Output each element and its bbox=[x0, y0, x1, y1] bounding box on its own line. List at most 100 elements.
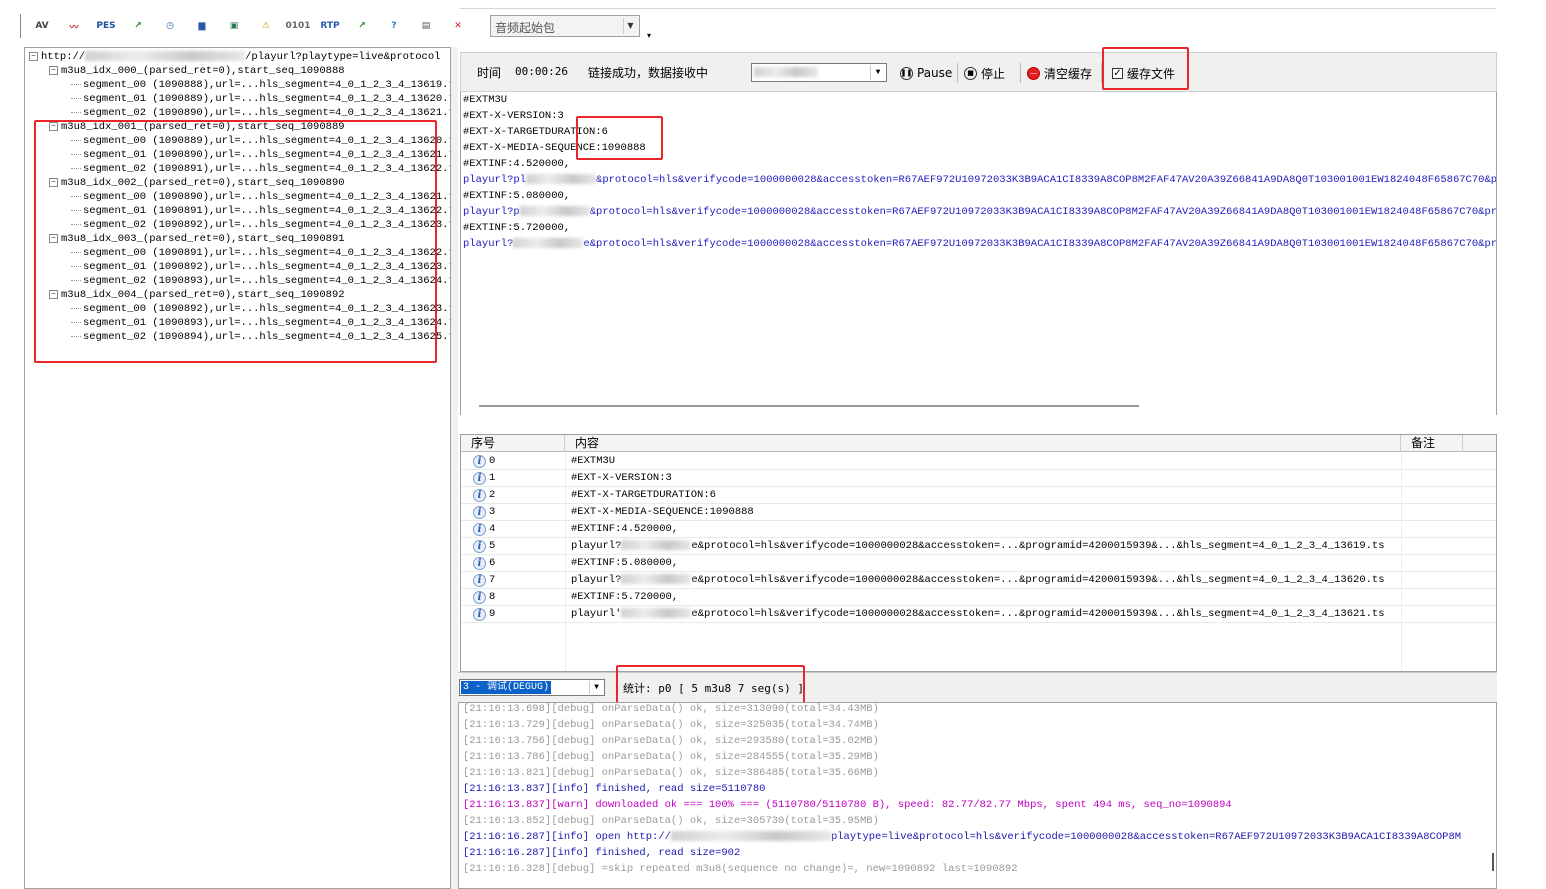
table-row[interactable]: i 0 #EXTM3U bbox=[461, 453, 1496, 470]
horizontal-scrollbar[interactable] bbox=[479, 405, 1139, 407]
waveform-icon[interactable]: 〰 bbox=[62, 14, 86, 38]
tree-item[interactable]: segment_02 (1090892),url=...hls_segment=… bbox=[71, 218, 451, 232]
calculator-icon[interactable]: ▤ bbox=[414, 14, 438, 38]
table-row[interactable]: i 7 playurl? e&protocol=hls&verifycode=1000… bbox=[461, 572, 1496, 589]
tree-group[interactable]: − m3u8_idx_003_(parsed_ret=0),start_seq_1… bbox=[49, 232, 345, 246]
redacted-url bbox=[513, 238, 584, 249]
control-bar: 时间 00:00:26 链接成功，数据接收中 ▼ ❚❚ Pause ■ 停止 —… bbox=[460, 52, 1497, 92]
tree-item[interactable]: segment_00 (1090891),url=...hls_segment=… bbox=[71, 246, 451, 260]
chevron-down-icon[interactable]: ▼ bbox=[623, 18, 637, 34]
info-icon: i bbox=[473, 523, 486, 536]
m3u8-tree[interactable]: − http:///playurl?playtype=live&protocol −… bbox=[24, 47, 451, 889]
tree-item-label: segment_02 (1090892),url=...hls_segment=… bbox=[83, 219, 451, 231]
tree-item[interactable]: segment_00 (1090888),url=...hls_segment=… bbox=[71, 78, 450, 92]
help-icon[interactable]: ? bbox=[382, 14, 406, 38]
tree-item[interactable]: segment_02 (1090894),url=...hls_segment=… bbox=[71, 330, 450, 344]
tree-item[interactable]: segment_02 (1090890),url=...hls_segment=… bbox=[71, 106, 450, 120]
column-header-index[interactable]: 序号 bbox=[461, 435, 565, 452]
collapse-icon[interactable]: − bbox=[29, 51, 38, 61]
collapse-icon[interactable]: − bbox=[49, 121, 58, 131]
column-header-content[interactable]: 内容 bbox=[565, 435, 1401, 452]
tree-root[interactable]: − http:// /playurl?playtype=live&protocol bbox=[29, 50, 440, 64]
collapse-icon[interactable]: − bbox=[49, 233, 58, 243]
tree-group[interactable]: − m3u8_idx_002_(parsed_ret=0),start_seq_1… bbox=[49, 176, 345, 190]
warning-icon[interactable]: ⚠ bbox=[254, 14, 278, 38]
pause-icon: ❚❚ bbox=[900, 66, 913, 80]
checkbox-checked-icon[interactable]: ✓ bbox=[1112, 67, 1123, 79]
line-suffix: e&protocol=hls&verifycode=1000000028&acc… bbox=[583, 238, 1497, 250]
table-row[interactable]: i 6 #EXTINF:5.080000, bbox=[461, 555, 1496, 572]
binary-icon[interactable]: 0101 bbox=[285, 14, 310, 38]
tree-item[interactable]: segment_00 (1090890),url=...hls_segment=… bbox=[71, 190, 450, 204]
info-icon: i bbox=[473, 540, 486, 553]
m3u8-url-line: playurl? e&protocol=hls&verifycode=100000… bbox=[463, 236, 1497, 252]
tree-group[interactable]: − m3u8_idx_000_(parsed_ret=0),start_seq_1… bbox=[49, 64, 345, 78]
vertical-splitter[interactable] bbox=[451, 47, 458, 889]
log-line: [21:16:13.837][warn] downloaded ok === 1… bbox=[463, 797, 1232, 813]
log-line: [21:16:16.287][info] finished, read size… bbox=[463, 845, 740, 861]
tree-item[interactable]: segment_01 (1090892),url=...hls_segment=… bbox=[71, 260, 451, 274]
tree-item-label: segment_00 (1090891),url=...hls_segment=… bbox=[83, 247, 451, 259]
log-line: [21:16:16.328][debug] =skip repeated m3u… bbox=[463, 861, 1018, 877]
tree-item[interactable]: segment_01 (1090891),url=...hls_segment=… bbox=[71, 204, 450, 218]
pes-icon[interactable]: PES bbox=[94, 14, 118, 38]
row-content-text: #EXTINF:4.520000, bbox=[571, 523, 679, 535]
table-row[interactable]: i 2 #EXT-X-TARGETDURATION:6 bbox=[461, 487, 1496, 504]
tree-group[interactable]: − m3u8_idx_004_(parsed_ret=0),start_seq_1… bbox=[49, 288, 345, 302]
collapse-icon[interactable]: − bbox=[49, 65, 58, 75]
export-chart-icon[interactable]: ↗ bbox=[350, 14, 374, 38]
tree-group[interactable]: − m3u8_idx_001_(parsed_ret=0),start_seq_1… bbox=[49, 120, 345, 134]
table-row[interactable]: i 4 #EXTINF:4.520000, bbox=[461, 521, 1496, 538]
table-row[interactable]: i 1 #EXT-X-VERSION:3 bbox=[461, 470, 1496, 487]
tree-connector bbox=[71, 265, 81, 267]
stream-select[interactable]: ▼ bbox=[751, 63, 887, 82]
tree-item[interactable]: segment_01 (1090893),url=...hls_segment=… bbox=[71, 316, 450, 330]
log-level-select[interactable]: 3 - 调试(DEGUG) ▼ bbox=[459, 679, 605, 696]
av-icon[interactable]: AV bbox=[30, 14, 54, 38]
pause-button[interactable]: ❚❚ Pause bbox=[897, 61, 955, 85]
time-label: 时间 bbox=[477, 66, 502, 80]
close-icon[interactable]: ✕ bbox=[446, 14, 470, 38]
tree-item[interactable]: segment_01 (1090889),url=...hls_segment=… bbox=[71, 92, 450, 106]
collapse-icon[interactable]: − bbox=[49, 289, 58, 299]
monitor-icon[interactable]: ▣ bbox=[222, 14, 246, 38]
line-text: playurl? bbox=[463, 238, 514, 250]
m3u8-text-view[interactable]: #EXTM3U #EXT-X-VERSION:3 #EXT-X-TARGETDURA… bbox=[460, 92, 1497, 415]
save-file-checkbox[interactable]: ✓ 缓存文件 bbox=[1109, 61, 1178, 85]
table-row[interactable]: i 9 playurl' e&protocol=hls&verifycode=1000… bbox=[461, 606, 1496, 623]
clear-cache-button[interactable]: — 清空缓存 bbox=[1024, 61, 1095, 85]
row-index-text: 8 bbox=[489, 591, 496, 603]
tree-item[interactable]: segment_02 (1090893),url=...hls_segment=… bbox=[71, 274, 450, 288]
clock-icon[interactable]: ◷ bbox=[158, 14, 182, 38]
tree-item-label: segment_01 (1090892),url=...hls_segment=… bbox=[83, 261, 451, 273]
m3u8-url-line: playurl?p &protocol=hls&verifycode=100000… bbox=[463, 204, 1497, 220]
row-content-text: playurl? bbox=[571, 574, 622, 586]
tree-item[interactable]: segment_01 (1090890),url=...hls_segment=… bbox=[71, 148, 450, 162]
line-suffix: &protocol=hls&verifycode=1000000028&acce… bbox=[589, 206, 1497, 218]
stop-button[interactable]: ■ 停止 bbox=[961, 61, 1008, 85]
packet-type-combo[interactable]: 音频起始包 ▼ bbox=[490, 15, 640, 37]
table-row[interactable]: i 5 playurl? e&protocol=hls&verifycode=1000… bbox=[461, 538, 1496, 555]
m3u8-line-list[interactable]: 序号 内容 备注 i 0 #EXTM3U i 1 #EXT-X-VERSION:3 i 2 #E… bbox=[460, 434, 1497, 672]
connection-status: 链接成功，数据接收中 bbox=[588, 66, 709, 80]
redacted-host bbox=[670, 831, 831, 842]
tree-item[interactable]: segment_00 (1090889),url=...hls_segment=… bbox=[71, 134, 450, 148]
chevron-down-icon[interactable]: ▼ bbox=[589, 681, 603, 694]
tree-connector bbox=[71, 223, 81, 225]
row-index: i2 bbox=[473, 487, 495, 504]
column-header-note[interactable]: 备注 bbox=[1401, 435, 1463, 452]
bar-chart-icon[interactable]: ▆ bbox=[190, 14, 214, 38]
line-chart-icon[interactable]: ↗ bbox=[126, 14, 150, 38]
collapse-icon[interactable]: − bbox=[49, 177, 58, 187]
table-row[interactable]: i 8 #EXTINF:5.720000, bbox=[461, 589, 1496, 606]
rtp-icon[interactable]: RTP bbox=[318, 14, 342, 38]
log-line: [21:16:13.821][debug] onParseData() ok, … bbox=[463, 765, 879, 781]
m3u8-tag-line: #EXT-X-TARGETDURATION:6 bbox=[463, 124, 608, 140]
tree-item[interactable]: segment_02 (1090891),url=...hls_segment=… bbox=[71, 162, 450, 176]
table-row[interactable]: i 3 #EXT-X-MEDIA-SEQUENCE:1090888 bbox=[461, 504, 1496, 521]
toolbar-dropdown-icon[interactable]: ▾ bbox=[647, 31, 651, 40]
tree-item[interactable]: segment_00 (1090892),url=...hls_segment=… bbox=[71, 302, 450, 316]
log-view[interactable]: [21:16:13.698][debug] onParseData() ok, … bbox=[458, 702, 1497, 889]
vertical-scrollbar[interactable] bbox=[1492, 853, 1494, 871]
chevron-down-icon[interactable]: ▼ bbox=[870, 65, 885, 80]
